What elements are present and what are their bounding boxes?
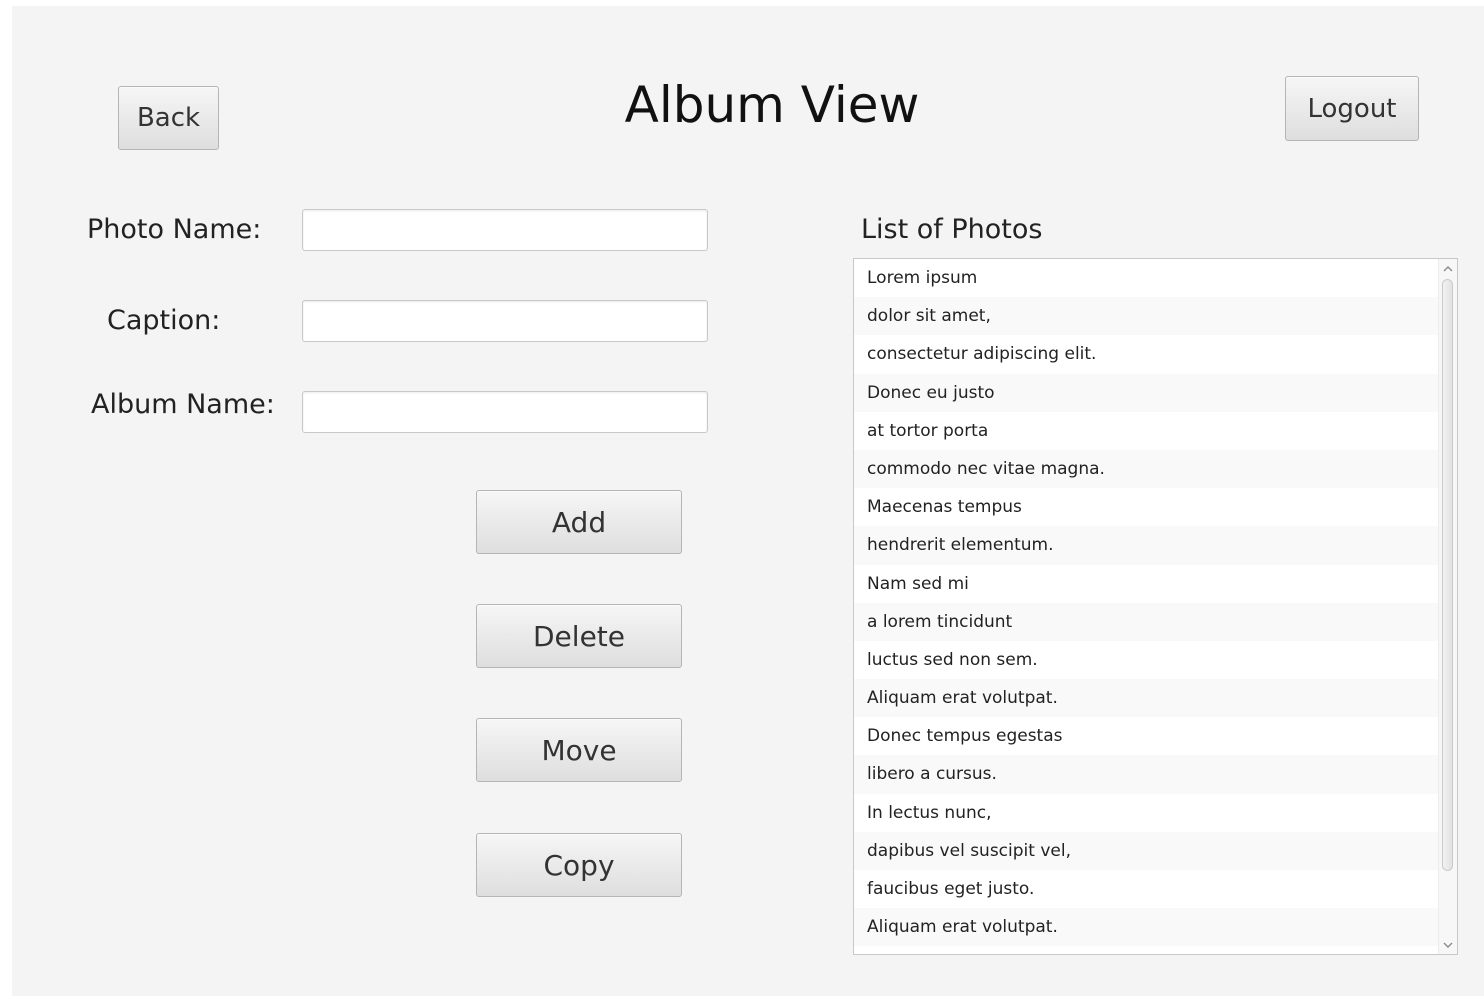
list-item[interactable]: Donec tempus egestas [854,717,1438,756]
list-item[interactable]: faucibus eget justo. [854,870,1438,909]
photo-list-title: List of Photos [861,214,1043,245]
chevron-up-icon[interactable] [1439,259,1457,277]
album-name-input[interactable] [302,391,708,433]
scroll-thumb[interactable] [1442,279,1453,871]
scrollbar[interactable] [1438,259,1457,954]
caption-input[interactable] [302,300,708,342]
copy-button[interactable]: Copy [476,833,682,897]
list-item[interactable]: hendrerit elementum. [854,526,1438,565]
list-item[interactable]: dolor sit amet, [854,297,1438,336]
photo-list[interactable]: Lorem ipsum dolor sit amet, consectetur ad… [853,258,1458,955]
caption-label: Caption: [107,305,221,336]
list-item[interactable]: consectetur adipiscing elit. [854,335,1438,374]
list-item[interactable]: Nam sed mi [854,564,1438,603]
list-item[interactable]: Aliquam erat volutpat. [854,679,1438,718]
photo-name-input[interactable] [302,209,708,251]
photo-name-label: Photo Name: [87,214,262,245]
album-view-window: Back Album View Logout Photo Name: Capti… [12,6,1484,996]
logout-button[interactable]: Logout [1285,76,1419,141]
list-item[interactable]: a lorem tincidunt [854,602,1438,641]
album-name-label: Album Name: [91,389,275,420]
back-button[interactable]: Back [118,86,219,150]
list-item[interactable]: Maecenas tempus [854,488,1438,527]
list-item[interactable]: Aliquam erat volutpat. [854,908,1438,947]
move-button[interactable]: Move [476,718,682,782]
list-item[interactable]: at tortor porta [854,411,1438,450]
delete-button[interactable]: Delete [476,604,682,668]
add-button[interactable]: Add [476,490,682,554]
list-item[interactable]: Lorem ipsum [854,259,1438,298]
photo-list-items: Lorem ipsum dolor sit amet, consectetur ad… [854,259,1438,947]
chevron-down-icon[interactable] [1439,936,1457,954]
list-item[interactable]: In lectus nunc, [854,793,1438,832]
page-title: Album View [624,76,920,134]
list-item[interactable]: dapibus vel suscipit vel, [854,831,1438,870]
list-item[interactable]: commodo nec vitae magna. [854,449,1438,489]
list-item[interactable]: libero a cursus. [854,755,1438,794]
list-item[interactable]: luctus sed non sem. [854,640,1438,680]
list-item[interactable]: Donec eu justo [854,373,1438,412]
